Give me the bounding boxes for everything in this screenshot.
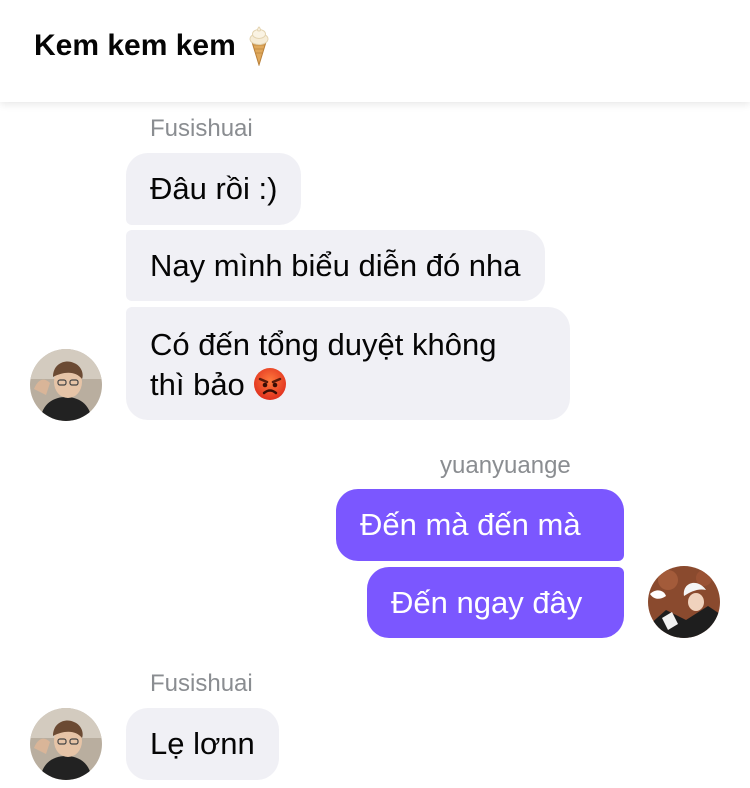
message-bubble[interactable]: Đâu rồi :) (126, 153, 302, 225)
avatar-image (30, 708, 102, 780)
message-bubble[interactable]: Đến ngay đây (367, 567, 624, 638)
sender-name: Fusishuai (150, 670, 253, 697)
message-text: Nay mình biểu diễn đó nha (150, 248, 521, 283)
message-text: Đến mà đến mà (360, 507, 581, 542)
message-text-line: thì bảo (150, 367, 245, 402)
sender-avatar[interactable] (30, 708, 102, 780)
message-bubble[interactable]: Nay mình biểu diễn đó nha (126, 230, 545, 301)
chat-title-group[interactable]: Kem kem kem (34, 26, 272, 66)
message-text: Đâu rồi :) (150, 171, 278, 206)
chat-header: Kem kem kem (0, 0, 750, 102)
sender-name: yuanyuange (440, 452, 571, 479)
self-avatar[interactable] (648, 566, 720, 638)
avatar-image (648, 566, 720, 638)
message-bubble[interactable]: Lẹ lơnn (126, 708, 279, 780)
avatar-image (30, 349, 102, 421)
message-bubble[interactable]: Có đến tổng duyệt không thì bảo (126, 307, 570, 420)
chat-title: Kem kem kem (34, 29, 236, 62)
message-text-line: Có đến tổng duyệt không (150, 327, 497, 362)
message-text: Lẹ lơnn (150, 726, 255, 761)
ice-cream-icon (249, 26, 269, 66)
sender-name: Fusishuai (150, 115, 253, 142)
message-text-line-wrap: thì bảo (150, 365, 546, 405)
chat-screen: Kem kem kem Fusishuai Đâu rồi :) Nay mìn… (0, 0, 750, 788)
angry-face-icon (254, 368, 287, 400)
sender-avatar[interactable] (30, 349, 102, 421)
message-bubble[interactable]: Đến mà đến mà (336, 489, 624, 561)
message-text: Đến ngay đây (391, 585, 583, 620)
